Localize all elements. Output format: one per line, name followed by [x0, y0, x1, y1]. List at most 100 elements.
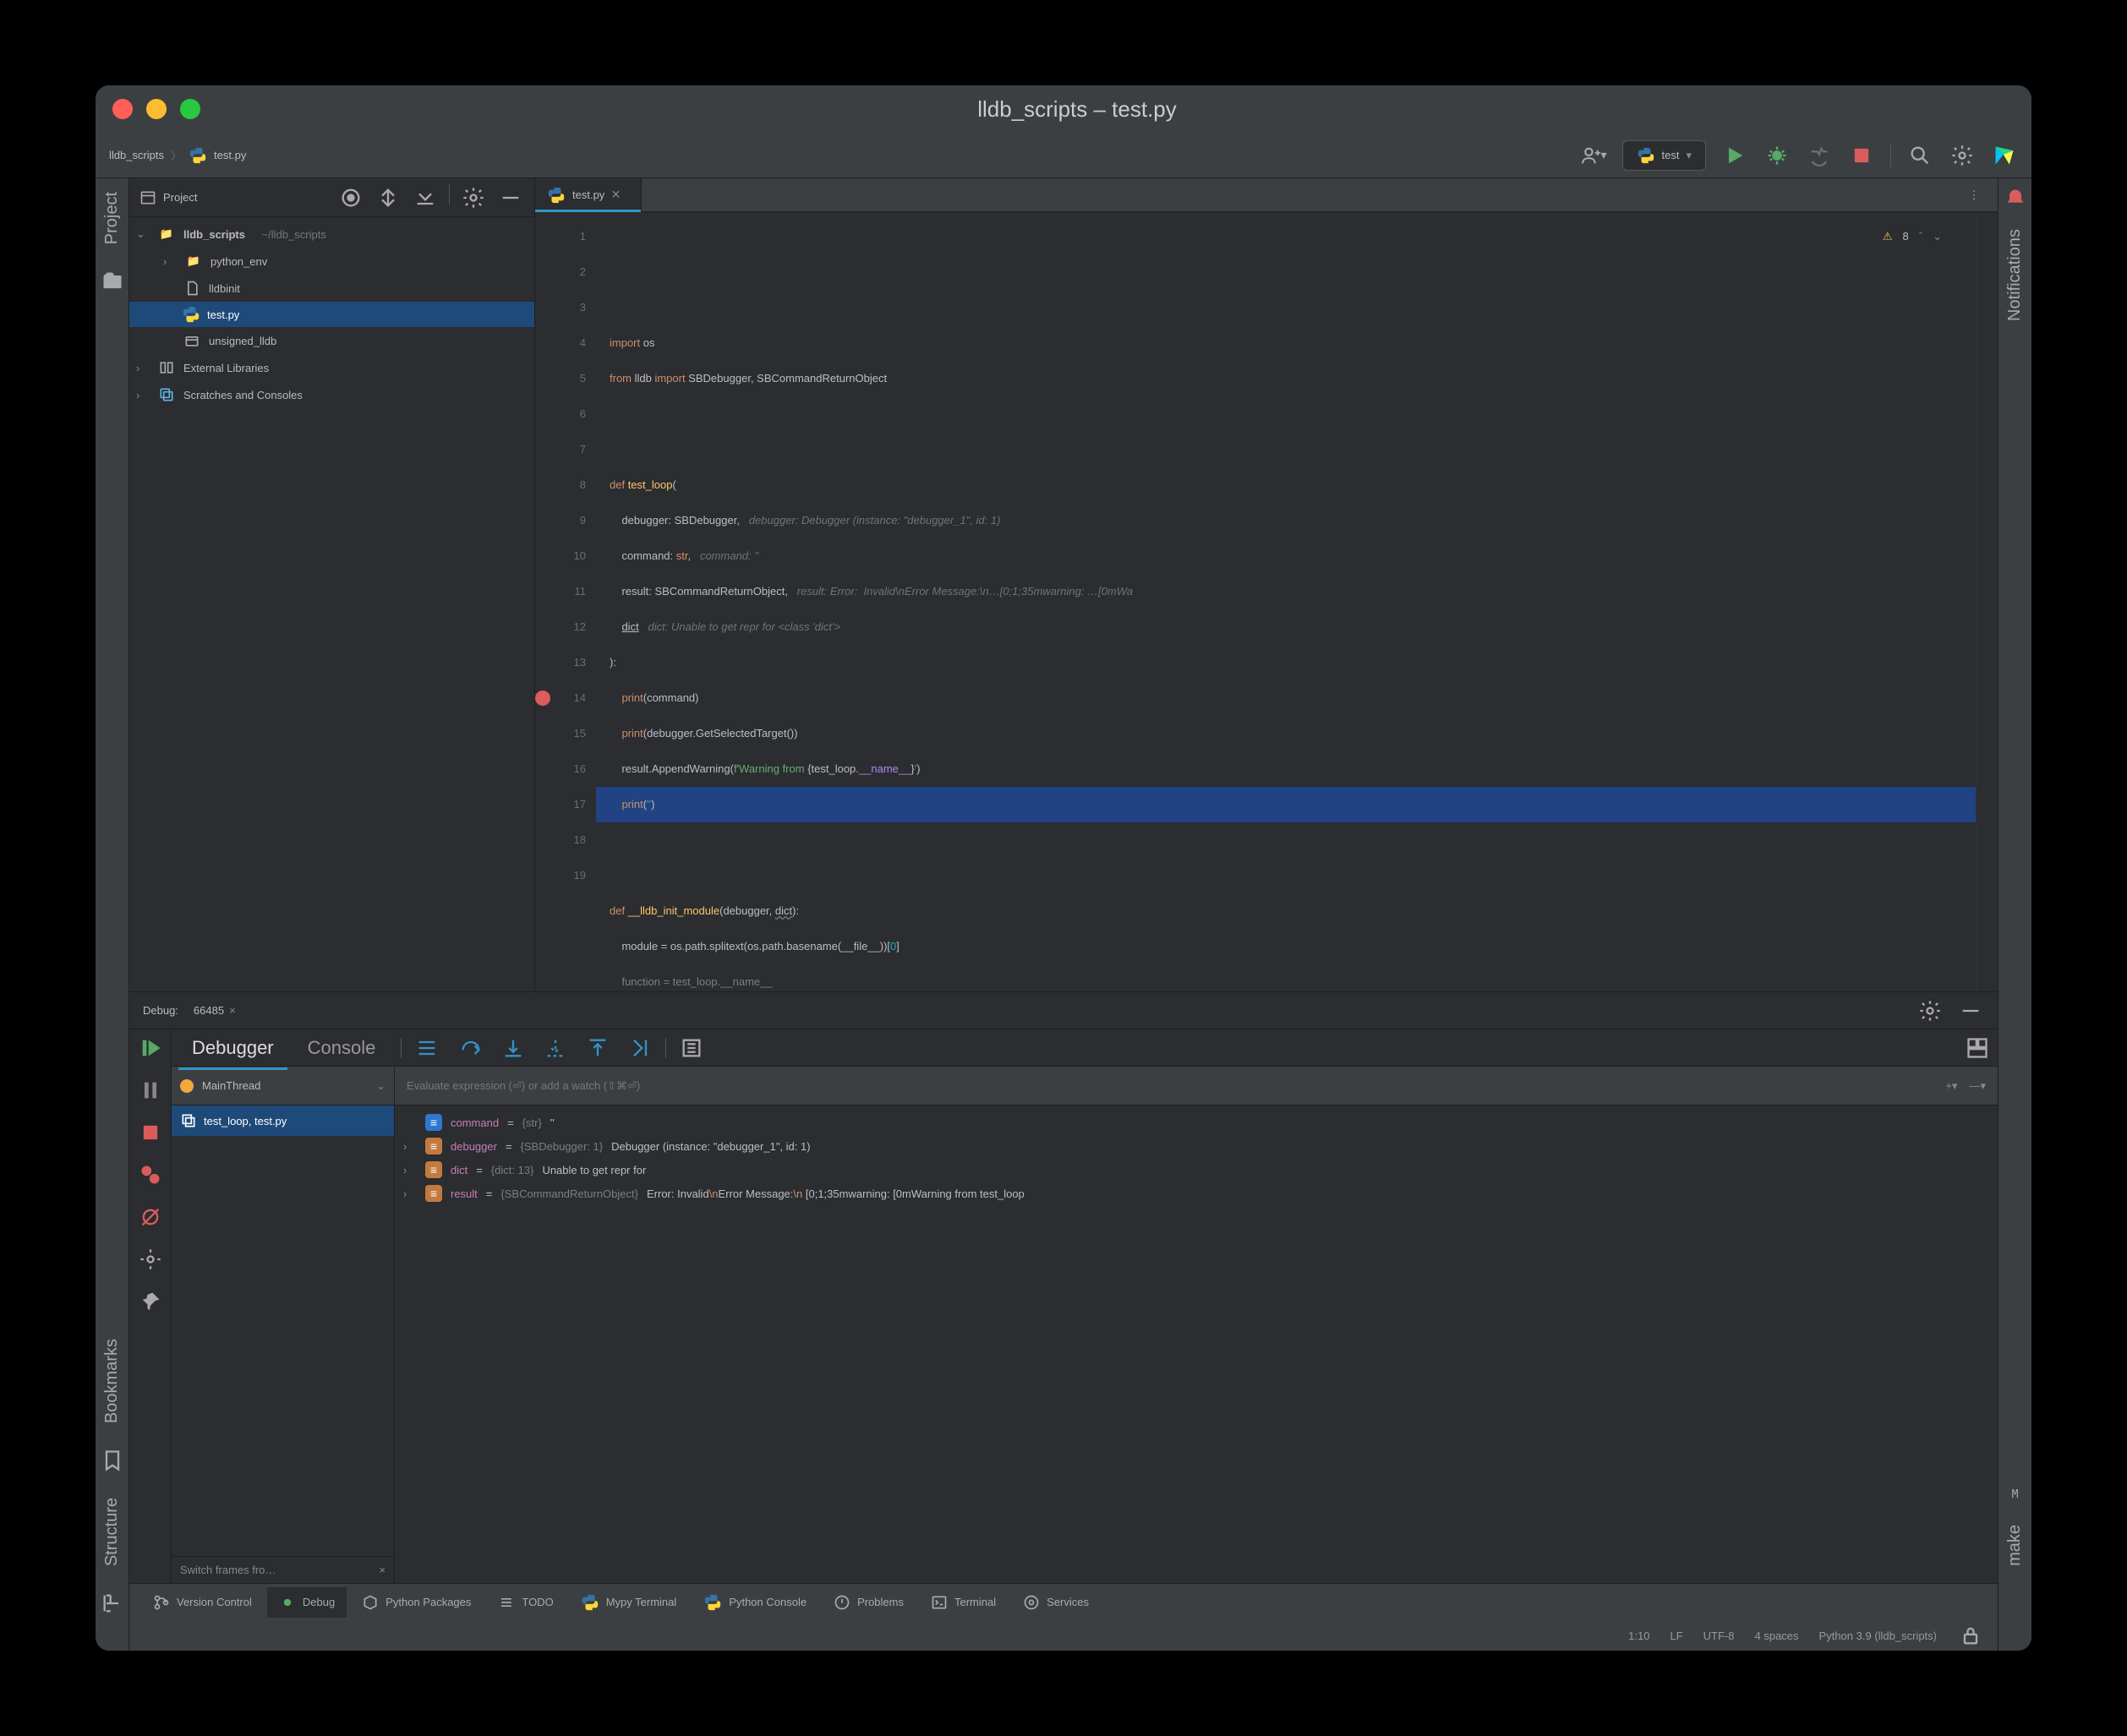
close-frames-footer-icon[interactable]: ×: [379, 1564, 385, 1576]
breadcrumb-project[interactable]: lldb_scripts: [109, 149, 164, 161]
frames-footer-text[interactable]: Switch frames fro…: [180, 1564, 276, 1576]
add-watch-icon[interactable]: +▾: [1945, 1079, 1957, 1093]
search-icon[interactable]: [1906, 142, 1933, 169]
readonly-lock-icon[interactable]: [1957, 1622, 1984, 1649]
bookmarks-tool-tab[interactable]: Bookmarks: [102, 1332, 122, 1430]
tool-tab-python-console[interactable]: Python Console: [692, 1586, 818, 1619]
select-opened-file-icon[interactable]: [337, 184, 364, 211]
pin-tab-icon[interactable]: [137, 1288, 164, 1315]
python-interpreter[interactable]: Python 3.9 (lldb_scripts): [1819, 1630, 1937, 1642]
structure-rail-icon[interactable]: [99, 1590, 126, 1617]
maximize-window-button[interactable]: [180, 99, 200, 119]
minimize-window-button[interactable]: [146, 99, 167, 119]
variable-row[interactable]: ›≡result = {SBCommandReturnObject} Error…: [395, 1182, 1998, 1205]
debug-session-tab[interactable]: 66485: [194, 1004, 224, 1017]
tree-item-unsigned-lldb[interactable]: unsigned_lldb: [129, 327, 534, 354]
variable-row[interactable]: ≡command = {str} '': [395, 1111, 1998, 1134]
notifications-alert-icon[interactable]: [2002, 185, 2029, 212]
line-ending[interactable]: LF: [1670, 1630, 1682, 1642]
show-execution-point-icon[interactable]: [413, 1035, 440, 1062]
close-session-icon[interactable]: ×: [229, 1004, 236, 1017]
step-over-icon[interactable]: [457, 1035, 484, 1062]
mute-breakpoints-icon[interactable]: [137, 1204, 164, 1231]
tree-root[interactable]: ⌄ 📁 lldb_scripts ~/lldb_scripts: [129, 221, 534, 248]
run-button[interactable]: [1721, 142, 1748, 169]
project-tool-window: Project ⌄: [129, 178, 535, 991]
tool-tab-mypy[interactable]: Mypy Terminal: [569, 1586, 689, 1619]
debug-settings-icon[interactable]: [1916, 997, 1944, 1024]
tool-tab-python-packages[interactable]: Python Packages: [350, 1587, 483, 1618]
brand-logo-icon[interactable]: [1991, 142, 2018, 169]
inspection-widget[interactable]: ⚠ 8 ˆ⌄: [1883, 219, 1942, 254]
left-tool-rail: Project Bookmarks Structure: [96, 178, 129, 1651]
view-breakpoints-icon[interactable]: [137, 1161, 164, 1188]
close-window-button[interactable]: [112, 99, 133, 119]
editor-error-stripe[interactable]: [1976, 212, 1998, 991]
tool-tab-version-control[interactable]: Version Control: [141, 1587, 264, 1618]
variable-list[interactable]: ≡command = {str} ''›≡debugger = {SBDebug…: [395, 1105, 1998, 1583]
watch-menu-icon[interactable]: —▾: [1969, 1079, 1986, 1093]
hide-debug-icon[interactable]: [1957, 997, 1984, 1024]
run-to-cursor-icon[interactable]: [626, 1035, 653, 1062]
bookmark-rail-icon[interactable]: [99, 1447, 126, 1474]
tool-tab-debug[interactable]: Debug: [267, 1587, 347, 1618]
tree-item-test-py[interactable]: test.py: [129, 302, 534, 327]
close-tab-icon[interactable]: ×: [611, 186, 621, 204]
editor-gutter[interactable]: 12345678910111213141516171819: [535, 212, 596, 991]
project-panel-title: Project: [163, 191, 197, 204]
indent-settings[interactable]: 4 spaces: [1755, 1630, 1799, 1642]
pause-program-button[interactable]: [137, 1077, 164, 1104]
structure-tool-tab[interactable]: Structure: [102, 1491, 122, 1573]
console-tab[interactable]: Console: [294, 1030, 390, 1066]
layout-settings-icon[interactable]: [1964, 1035, 1991, 1062]
variable-row[interactable]: ›≡debugger = {SBDebugger: 1} Debugger (i…: [395, 1134, 1998, 1158]
resume-program-button[interactable]: [137, 1035, 164, 1062]
breadcrumb[interactable]: lldb_scripts 〉 test.py: [109, 146, 246, 165]
window-title: lldb_scripts – test.py: [200, 96, 1954, 123]
tool-tab-todo[interactable]: TODO: [486, 1587, 565, 1618]
tab-bar-menu-icon[interactable]: ⋮: [1960, 182, 1988, 209]
editor-tab-test-py[interactable]: test.py ×: [535, 178, 642, 211]
step-into-icon[interactable]: [500, 1035, 527, 1062]
debugger-tab[interactable]: Debugger: [178, 1030, 287, 1066]
stop-button[interactable]: [1848, 142, 1875, 169]
watch-input[interactable]: Evaluate expression (⏎) or add a watch (…: [395, 1067, 1998, 1105]
stop-debug-button[interactable]: [137, 1119, 164, 1146]
project-rail-icon[interactable]: [99, 268, 126, 295]
collapse-all-icon[interactable]: [412, 184, 439, 211]
tree-item-scratches[interactable]: › Scratches and Consoles: [129, 381, 534, 408]
notifications-tool-tab[interactable]: Notifications: [2005, 222, 2025, 328]
tree-item-python-env[interactable]: › 📁 python_env: [129, 248, 534, 275]
breadcrumb-file[interactable]: test.py: [214, 149, 246, 161]
tool-tab-problems[interactable]: Problems: [822, 1587, 916, 1618]
thread-selector[interactable]: MainThread ⌄: [172, 1067, 394, 1105]
evaluate-expression-icon[interactable]: [678, 1035, 705, 1062]
step-into-my-code-icon[interactable]: [542, 1035, 569, 1062]
panel-settings-icon[interactable]: [460, 184, 487, 211]
project-tree[interactable]: ⌄ 📁 lldb_scripts ~/lldb_scripts › 📁 pyth…: [129, 217, 534, 412]
tool-tab-terminal[interactable]: Terminal: [919, 1587, 1008, 1618]
settings-gear-icon[interactable]: [1949, 142, 1976, 169]
editor-code[interactable]: ⚠ 8 ˆ⌄ import osfrom lldb import SBDebug…: [596, 212, 1976, 991]
debug-gear-icon[interactable]: [137, 1246, 164, 1273]
titlebar: lldb_scripts – test.py: [96, 85, 2031, 133]
expand-all-icon[interactable]: [375, 184, 402, 211]
tree-item-lldbinit[interactable]: lldbinit: [129, 275, 534, 302]
encoding[interactable]: UTF-8: [1703, 1630, 1735, 1642]
make-rail-icon[interactable]: M: [2002, 1481, 2029, 1508]
tree-item-external-libs[interactable]: › External Libraries: [129, 354, 534, 381]
tool-tab-services[interactable]: Services: [1011, 1587, 1101, 1618]
step-out-icon[interactable]: [584, 1035, 611, 1062]
editor-body[interactable]: 12345678910111213141516171819 ⚠ 8 ˆ⌄ imp…: [535, 212, 1998, 991]
variable-row[interactable]: ›≡dict = {dict: 13} Unable to get repr f…: [395, 1158, 1998, 1182]
hide-panel-icon[interactable]: [497, 184, 524, 211]
debug-button[interactable]: [1763, 142, 1791, 169]
add-user-icon[interactable]: ▾: [1580, 142, 1607, 169]
make-tool-tab[interactable]: make: [2005, 1518, 2025, 1573]
run-with-coverage-icon[interactable]: [1806, 142, 1833, 169]
run-config-selector[interactable]: test ▾: [1622, 140, 1707, 171]
caret-position[interactable]: 1:10: [1628, 1630, 1649, 1642]
stack-frame[interactable]: test_loop, test.py: [172, 1105, 394, 1136]
project-tool-tab[interactable]: Project: [102, 185, 122, 251]
tree-root-path: ~/lldb_scripts: [262, 228, 326, 241]
